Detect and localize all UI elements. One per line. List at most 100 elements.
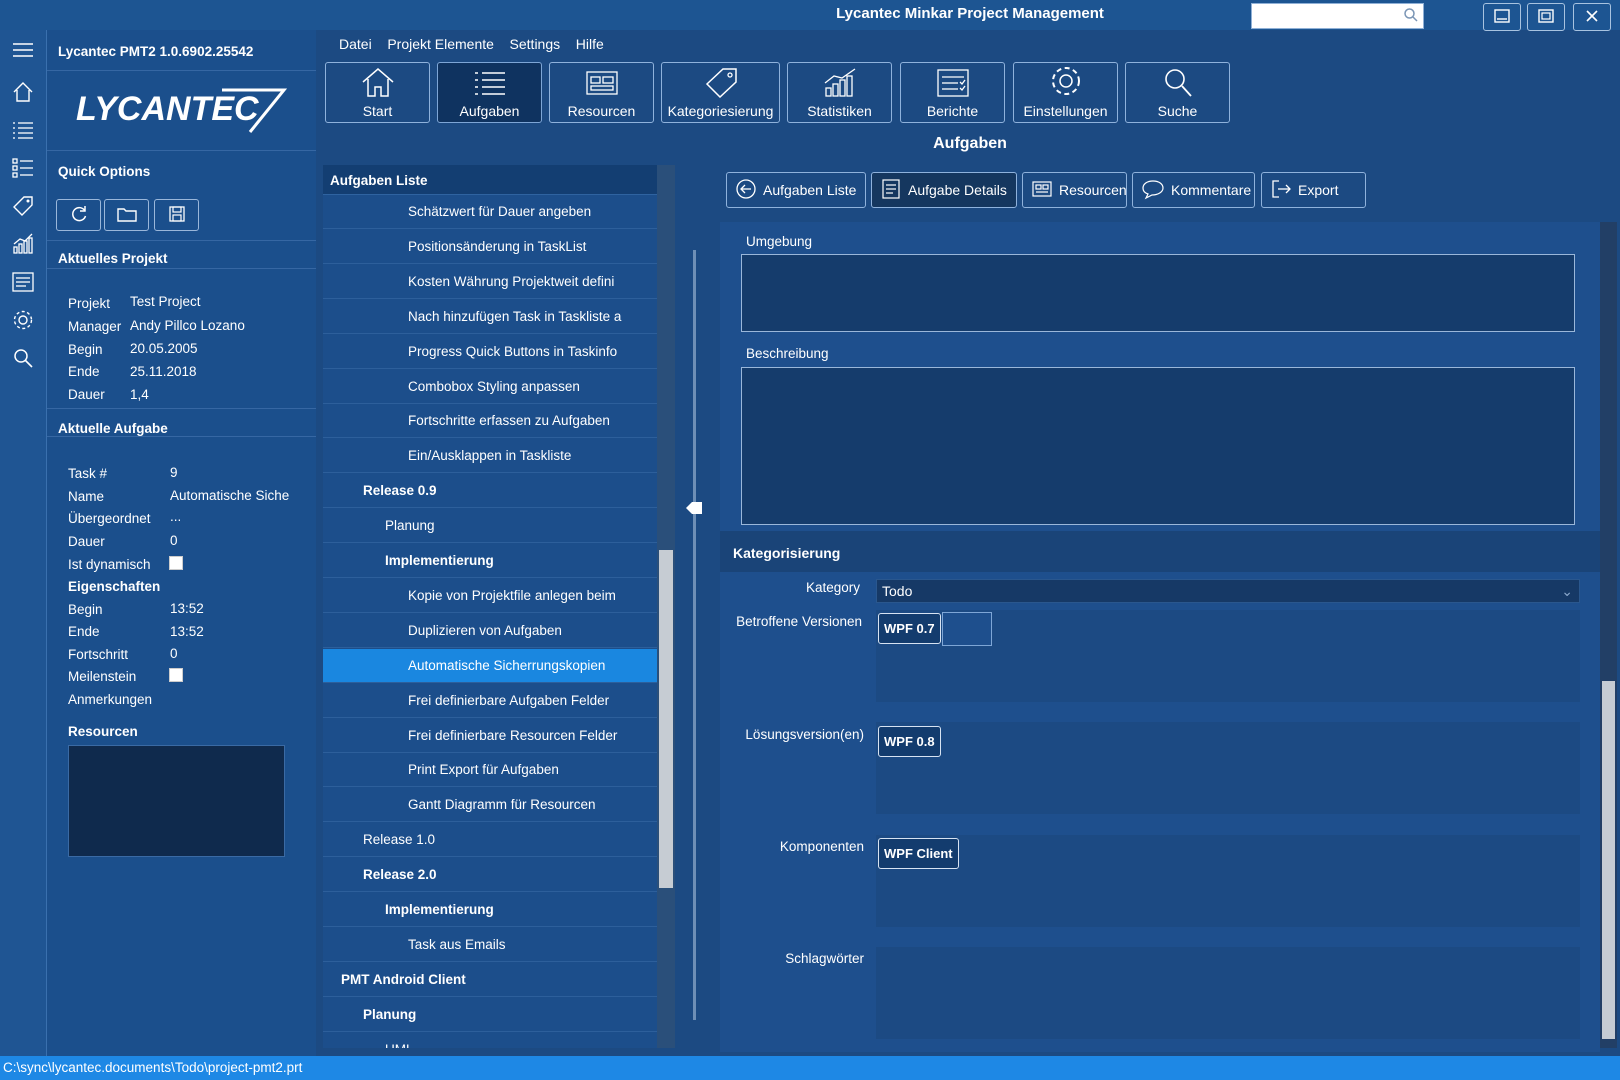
- task-list-row-label: Nach hinzufügen Task in Taskliste a: [408, 308, 622, 324]
- page-title: Aufgaben: [933, 135, 1007, 152]
- task-list-row[interactable]: PMT Android Client: [323, 963, 657, 997]
- menu-hilfe[interactable]: Hilfe: [570, 36, 610, 52]
- task-list-row-label: Implementierung: [385, 902, 494, 917]
- task-list-row[interactable]: Implementierung: [323, 893, 657, 927]
- task-milestone-label: Meilenstein: [68, 669, 137, 684]
- task-list-row[interactable]: Implementierung: [323, 544, 657, 578]
- tab-aufgaben-liste[interactable]: Aufgaben Liste: [726, 172, 866, 208]
- task-list-row[interactable]: Release 0.9: [323, 474, 657, 509]
- task-list-scrollbar[interactable]: [657, 165, 675, 1048]
- task-list-row[interactable]: Planung: [323, 998, 657, 1032]
- task-list-row-label: Task aus Emails: [408, 936, 506, 952]
- task-list-row[interactable]: UML: [323, 1033, 657, 1048]
- keywords-label: Schlagwörter: [785, 951, 864, 966]
- task-list-row[interactable]: Automatische Sicherrungskopien: [323, 648, 657, 683]
- beschreibung-label: Beschreibung: [746, 346, 829, 361]
- task-list-row[interactable]: Kopie von Projektfile anlegen beim: [323, 579, 657, 613]
- tab-kommentare[interactable]: Kommentare: [1132, 172, 1255, 208]
- task-progress-label: Fortschritt: [68, 647, 129, 662]
- tab-aufgabe-details[interactable]: Aufgabe Details: [871, 172, 1017, 208]
- version-add-input[interactable]: [942, 612, 992, 646]
- ribbon: Start Aufgaben Resourcen Kategoriesierun…: [320, 54, 1620, 126]
- close-button[interactable]: [1573, 3, 1611, 31]
- milestone-checkbox[interactable]: [169, 668, 183, 682]
- solution-chip[interactable]: WPF 0.8: [878, 726, 941, 757]
- gear-icon: [1048, 64, 1084, 101]
- ribbon-start-label: Start: [362, 103, 393, 119]
- report-icon: [935, 68, 971, 101]
- task-list-row[interactable]: Kosten Währung Projektweit defini: [323, 265, 657, 299]
- task-list-row[interactable]: Schätzwert für Dauer angeben: [323, 195, 657, 229]
- kategory-combobox[interactable]: Todo ⌄: [876, 579, 1580, 603]
- open-button[interactable]: [104, 199, 149, 231]
- dynamic-checkbox[interactable]: [169, 556, 183, 570]
- version-chip[interactable]: WPF 0.7: [878, 613, 941, 644]
- hamburger-menu-icon[interactable]: [6, 36, 40, 64]
- tab-export[interactable]: Export: [1261, 172, 1366, 208]
- task-end-value: 13:52: [170, 624, 204, 639]
- task-list-row[interactable]: Fortschritte erfassen zu Aufgaben: [323, 404, 657, 439]
- search-icon: [1403, 7, 1419, 26]
- tag-icon[interactable]: [6, 192, 40, 220]
- ribbon-einstellungen-label: Einstellungen: [1023, 103, 1108, 119]
- gear-icon[interactable]: [6, 306, 40, 334]
- refresh-button[interactable]: [56, 199, 101, 231]
- ribbon-suche[interactable]: Suche: [1125, 62, 1230, 123]
- scrollbar-thumb[interactable]: [659, 550, 673, 888]
- back-arrow-icon: [735, 178, 757, 203]
- task-list-row[interactable]: Release 2.0: [323, 858, 657, 893]
- task-list-row[interactable]: Planung: [323, 509, 657, 544]
- solution-field[interactable]: [876, 722, 1580, 814]
- task-list-row-label: Kosten Währung Projektweit defini: [408, 273, 615, 289]
- task-list-row[interactable]: Frei definierbare Resourcen Felder: [323, 719, 657, 753]
- menu-datei[interactable]: Datei: [333, 36, 378, 52]
- report-icon[interactable]: [6, 268, 40, 296]
- ribbon-einstellungen[interactable]: Einstellungen: [1013, 62, 1118, 123]
- task-list-row[interactable]: Gantt Diagramm für Resourcen: [323, 788, 657, 823]
- minimize-button[interactable]: [1483, 3, 1521, 31]
- task-list-row[interactable]: Combobox Styling anpassen: [323, 370, 657, 404]
- menu-projekt-elemente[interactable]: Projekt Elemente: [381, 36, 500, 52]
- umgebung-textarea[interactable]: [741, 254, 1575, 332]
- task-list-row[interactable]: Progress Quick Buttons in Taskinfo: [323, 335, 657, 369]
- task-list-row[interactable]: Task aus Emails: [323, 928, 657, 962]
- maximize-button[interactable]: [1527, 3, 1565, 31]
- chart-icon[interactable]: [6, 230, 40, 258]
- task-list-icon[interactable]: [6, 154, 40, 182]
- ribbon-statistiken[interactable]: Statistiken: [787, 62, 892, 123]
- global-search-input[interactable]: [1251, 3, 1424, 29]
- tab-resourcen-label: Resourcen: [1059, 182, 1127, 198]
- task-list-row[interactable]: Frei definierbare Aufgaben Felder: [323, 684, 657, 718]
- folder-icon: [116, 204, 138, 227]
- list-icon[interactable]: [6, 116, 40, 144]
- project-begin-value: 20.05.2005: [130, 341, 198, 356]
- splitter[interactable]: [693, 250, 696, 1020]
- task-list-row[interactable]: Ein/Ausklappen in Taskliste: [323, 439, 657, 474]
- project-manager-value: Andy Pillco Lozano: [130, 318, 245, 333]
- scrollbar-thumb[interactable]: [1602, 681, 1615, 1039]
- ribbon-resourcen[interactable]: Resourcen: [549, 62, 654, 123]
- home-icon[interactable]: [6, 78, 40, 106]
- task-list-row[interactable]: Nach hinzufügen Task in Taskliste a: [323, 300, 657, 334]
- beschreibung-textarea[interactable]: [741, 367, 1575, 525]
- project-duration-value: 1,4: [130, 387, 149, 402]
- task-list-row[interactable]: Positionsänderung in TaskList: [323, 230, 657, 264]
- ribbon-start[interactable]: Start: [325, 62, 430, 123]
- search-icon[interactable]: [6, 344, 40, 372]
- component-chip[interactable]: WPF Client: [878, 838, 959, 869]
- ribbon-kategoriesierung[interactable]: Kategoriesierung: [661, 62, 780, 123]
- ribbon-aufgaben[interactable]: Aufgaben: [437, 62, 542, 123]
- task-list-row[interactable]: Duplizieren von Aufgaben: [323, 614, 657, 648]
- menu-settings[interactable]: Settings: [504, 36, 567, 52]
- task-list-row[interactable]: Release 1.0: [323, 823, 657, 858]
- refresh-icon: [69, 204, 89, 227]
- task-list-row[interactable]: Print Export für Aufgaben: [323, 753, 657, 788]
- tab-resourcen[interactable]: Resourcen: [1022, 172, 1127, 208]
- keywords-field[interactable]: [876, 947, 1580, 1039]
- splitter-handle-icon[interactable]: [684, 499, 704, 517]
- ribbon-berichte[interactable]: Berichte: [900, 62, 1005, 123]
- save-button[interactable]: [154, 199, 199, 231]
- components-field[interactable]: [876, 835, 1580, 927]
- components-label: Komponenten: [779, 839, 864, 854]
- detail-scrollbar[interactable]: [1600, 222, 1617, 1048]
